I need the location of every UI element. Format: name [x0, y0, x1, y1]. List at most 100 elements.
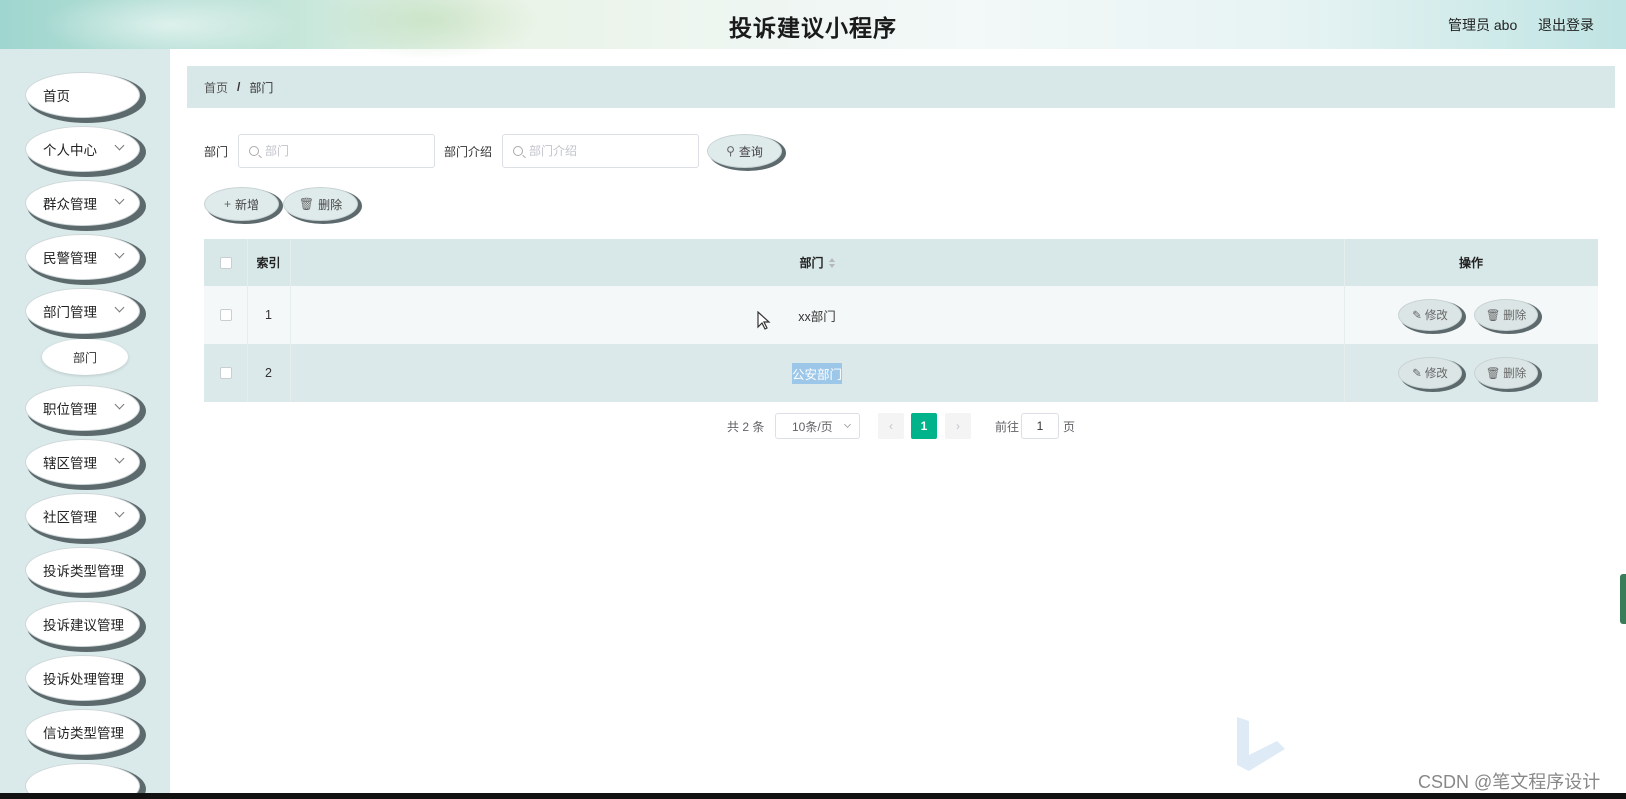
header-index: 索引 — [256, 256, 281, 270]
intro-search-label: 部门介绍 — [444, 145, 493, 159]
edit-button[interactable]: ✎ 修改 — [1398, 357, 1462, 389]
add-button-label: 新增 — [235, 197, 260, 212]
intro-search-input[interactable] — [529, 144, 679, 158]
delete-button[interactable]: 🗑 删除 — [1474, 357, 1538, 389]
select-all-checkbox[interactable] — [219, 256, 232, 269]
side-handle[interactable] — [1620, 574, 1626, 624]
search-icon — [513, 146, 523, 156]
sidebar-item-label: 个人中心 — [43, 143, 97, 158]
row-checkbox[interactable] — [219, 367, 232, 379]
intro-search-field[interactable] — [502, 134, 699, 168]
page-size-select[interactable]: 10条/页 — [775, 413, 860, 439]
goto-page-input[interactable]: 1 — [1021, 413, 1059, 439]
plus-icon: + — [223, 197, 231, 211]
sort-icon[interactable] — [828, 257, 835, 268]
sidebar-item-label: 职位管理 — [43, 402, 97, 417]
chevron-down-icon — [843, 420, 852, 429]
table-row: 1 xx部门 ✎ 修改 🗑 删除 — [204, 286, 1598, 344]
edit-button-label: 修改 — [1424, 310, 1448, 322]
sidebar-item-position-mgmt[interactable]: 职位管理 — [25, 385, 140, 431]
sidebar-item-community-mgmt[interactable]: 社区管理 — [25, 493, 140, 539]
row-dept: 公安部门 — [791, 362, 842, 384]
prev-page-button[interactable]: ‹ — [878, 413, 904, 439]
sidebar-item-complaint-mgmt[interactable]: 投诉建议管理 — [25, 601, 140, 647]
edit-icon: ✎ — [1412, 368, 1422, 380]
breadcrumb: 首页 / 部门 — [187, 66, 1615, 108]
delete-button-label: 删除 — [1503, 310, 1527, 322]
trash-icon: 🗑 — [298, 197, 315, 211]
dept-search-input[interactable] — [265, 144, 415, 158]
select-all-cell — [204, 239, 247, 286]
sidebar-item-label: 社区管理 — [43, 510, 97, 525]
watermark: CSDN @笔文程序设计 — [1418, 772, 1601, 792]
header-dept[interactable]: 部门 — [290, 239, 1344, 286]
app-header: 投诉建议小程序 管理员 abo 退出登录 — [0, 0, 1626, 60]
sidebar-item-dept-mgmt[interactable]: 部门管理 — [25, 288, 140, 334]
mouse-cursor-icon — [757, 311, 771, 330]
chevron-down-icon — [114, 248, 125, 259]
bing-logo-icon — [1237, 717, 1285, 771]
search-icon: ⚲ — [726, 144, 735, 158]
query-button[interactable]: ⚲ 查询 — [707, 134, 782, 168]
page-number-button[interactable]: 1 — [911, 413, 937, 439]
batch-delete-button[interactable]: 🗑 删除 — [283, 187, 358, 221]
sidebar-item-police-mgmt[interactable]: 民警管理 — [25, 234, 140, 280]
app-title: 投诉建议小程序 — [729, 15, 897, 41]
sidebar-item-label: 民警管理 — [43, 251, 97, 266]
edit-button-label: 修改 — [1424, 368, 1448, 380]
edit-icon: ✎ — [1412, 310, 1422, 322]
current-user: 管理员 abo — [1448, 17, 1518, 33]
row-checkbox[interactable] — [219, 309, 232, 321]
search-icon — [249, 146, 259, 156]
chevron-down-icon — [114, 507, 125, 518]
batch-delete-button-label: 删除 — [318, 197, 343, 212]
breadcrumb-home[interactable]: 首页 — [204, 79, 228, 96]
sidebar-item-personal-center[interactable]: 个人中心 — [25, 126, 140, 172]
sidebar-item-complaint-handle-mgmt[interactable]: 投诉处理管理 — [25, 655, 140, 701]
row-select-cell — [204, 286, 247, 344]
pagination-total: 共 2 条 — [727, 420, 765, 434]
add-button[interactable]: + 新增 — [204, 187, 279, 221]
delete-button-label: 删除 — [1503, 368, 1527, 380]
sidebar-item-home[interactable]: 首页 — [25, 72, 140, 118]
sidebar-item-complaint-type-mgmt[interactable]: 投诉类型管理 — [25, 547, 140, 593]
header-dept-label: 部门 — [799, 256, 824, 270]
trash-icon: 🗑 — [1485, 310, 1501, 322]
chevron-left-icon: ‹ — [889, 419, 893, 433]
sidebar-item-label: 群众管理 — [43, 197, 97, 212]
row-index: 2 — [265, 366, 272, 380]
next-page-button[interactable]: › — [945, 413, 971, 439]
chevron-down-icon — [114, 194, 125, 205]
query-button-label: 查询 — [738, 144, 763, 159]
chevron-down-icon — [114, 453, 125, 464]
submenu-item-dept[interactable]: 部门 — [42, 339, 128, 375]
breadcrumb-separator: / — [237, 80, 241, 94]
breadcrumb-current: 部门 — [249, 80, 274, 95]
sidebar-item-label: 辖区管理 — [43, 456, 97, 471]
goto-label: 前往 — [995, 420, 1020, 434]
chevron-down-icon — [114, 140, 125, 151]
table-row: 2 公安部门 ✎ 修改 🗑 删除 — [204, 344, 1598, 402]
sidebar-item-label: 投诉建议管理 — [43, 618, 124, 633]
sidebar: 首页 个人中心 群众管理 民警管理 部门管理 部门 职位管理 辖区管理 社区管理… — [0, 49, 170, 799]
sidebar-item-label: 首页 — [43, 89, 70, 104]
chevron-down-icon — [114, 399, 125, 410]
header-ops: 操作 — [1458, 256, 1483, 270]
sidebar-item-petition-type-mgmt[interactable]: 信访类型管理 — [25, 709, 140, 755]
logout-link[interactable]: 退出登录 — [1538, 15, 1594, 35]
row-dept-cell: 公安部门 — [290, 344, 1344, 402]
dept-search-field[interactable] — [238, 134, 435, 168]
sidebar-item-label: 部门管理 — [43, 305, 97, 320]
edit-button[interactable]: ✎ 修改 — [1398, 299, 1462, 331]
bottom-bar — [0, 793, 1626, 799]
chevron-down-icon — [114, 302, 125, 313]
delete-button[interactable]: 🗑 删除 — [1474, 299, 1538, 331]
row-select-cell — [204, 344, 247, 402]
row-dept: xx部门 — [798, 309, 836, 324]
chevron-right-icon: › — [956, 419, 960, 433]
sidebar-item-label: 投诉类型管理 — [43, 564, 124, 579]
sidebar-item-district-mgmt[interactable]: 辖区管理 — [25, 439, 140, 485]
row-index: 1 — [265, 308, 272, 322]
dept-search-label: 部门 — [204, 145, 229, 159]
sidebar-item-public-mgmt[interactable]: 群众管理 — [25, 180, 140, 226]
